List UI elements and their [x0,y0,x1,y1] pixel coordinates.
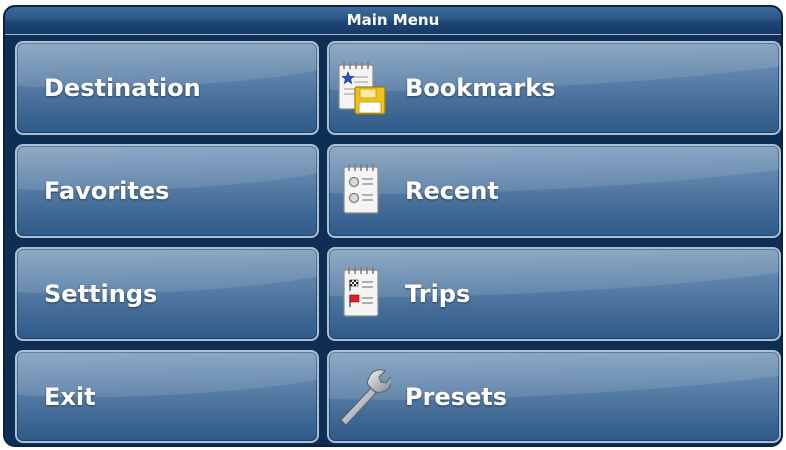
destination-label: Destination [44,74,201,102]
recent-label: Recent [405,177,499,205]
trips-label: Trips [405,280,471,308]
favorites-button[interactable]: Favorites [15,144,319,238]
destination-button[interactable]: Destination [15,41,319,135]
exit-button[interactable]: Exit [15,350,319,443]
settings-button[interactable]: Settings [15,247,319,341]
wrench-icon [335,368,391,426]
exit-label: Exit [44,382,96,411]
bookmarks-label: Bookmarks [405,74,556,102]
trips-button[interactable]: Trips [327,247,781,341]
window-title: Main Menu [5,7,781,35]
settings-label: Settings [44,280,158,308]
trips-notepad-flags-icon [335,265,391,323]
recent-button[interactable]: Recent [327,144,781,238]
main-menu-window: Main Menu Destination Favorites Settings… [3,5,783,447]
presets-label: Presets [405,382,508,411]
recent-notepad-icon [335,162,391,220]
bookmarks-notepad-floppy-icon [335,59,391,117]
favorites-label: Favorites [44,177,170,205]
presets-button[interactable]: Presets [327,350,781,443]
bookmarks-button[interactable]: Bookmarks [327,41,781,135]
